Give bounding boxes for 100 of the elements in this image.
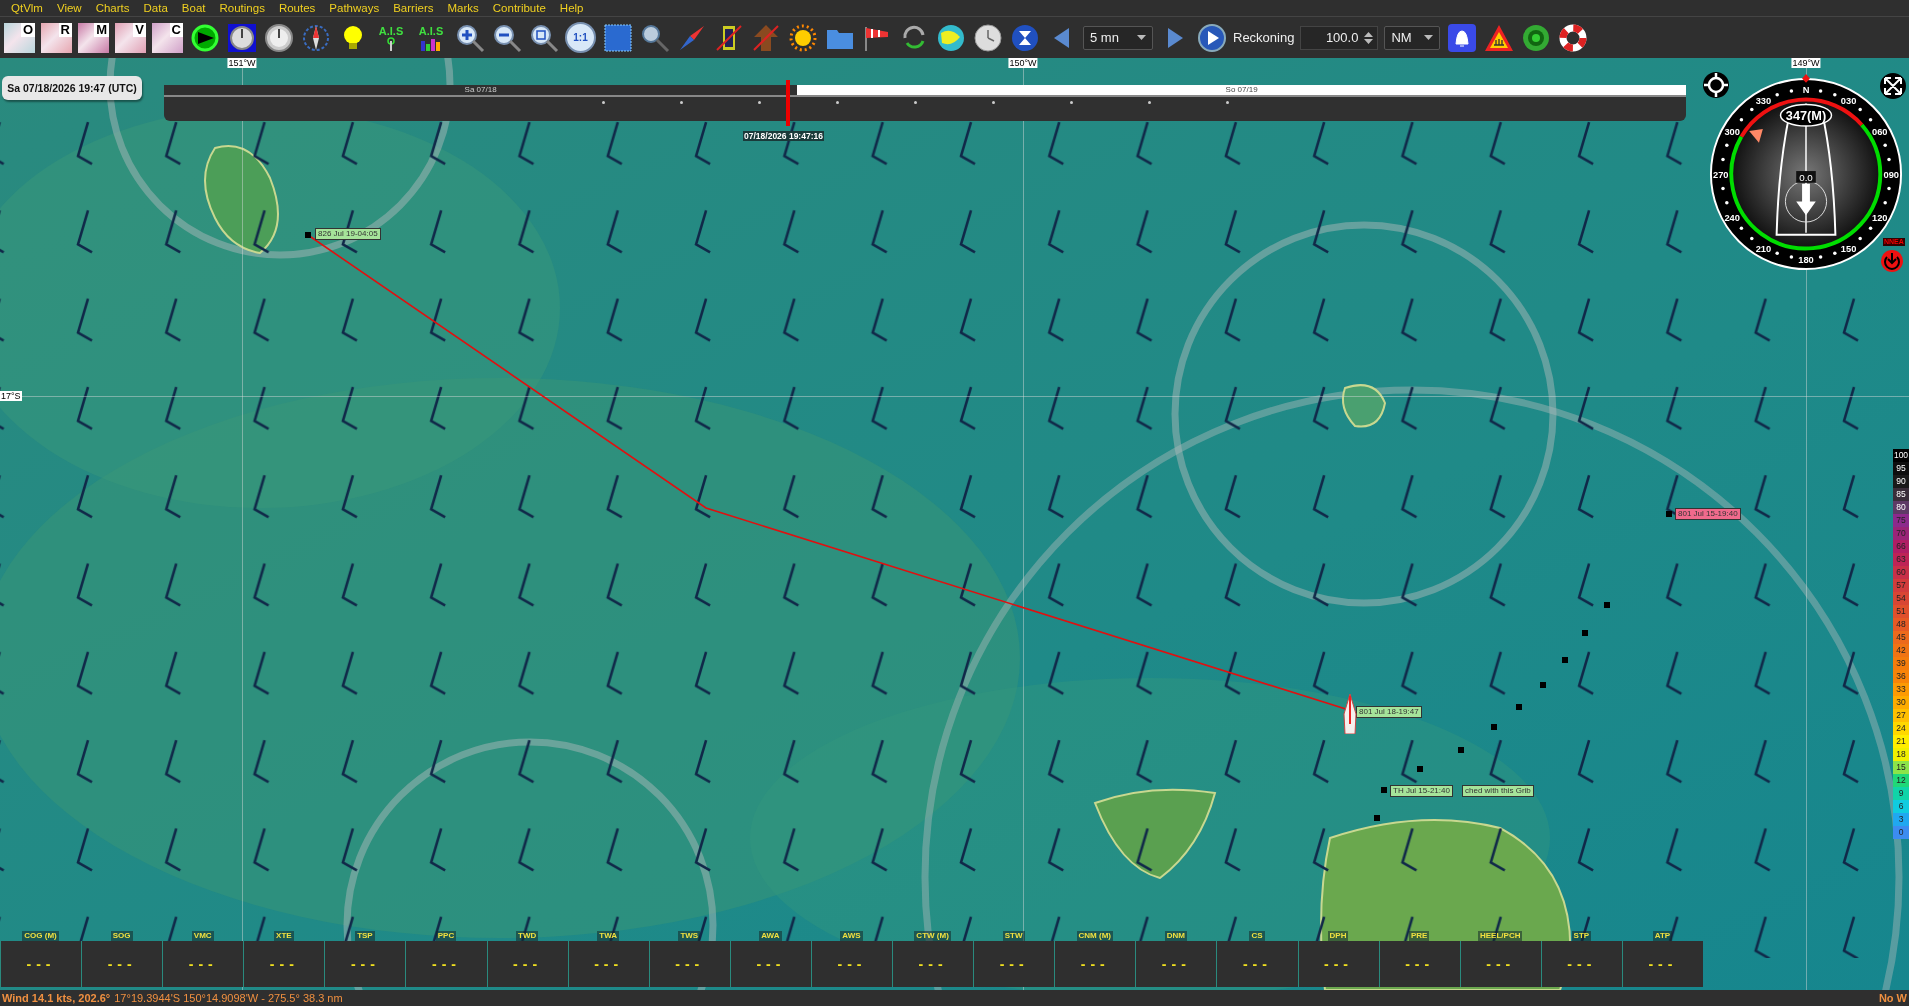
wind-scale-cell: 66: [1893, 540, 1909, 553]
wind-scale-cell: 39: [1893, 657, 1909, 670]
wind-scale-cell: 27: [1893, 709, 1909, 722]
instrument-label: VMC: [191, 931, 214, 941]
instrument-label: HEEL/PCH: [1478, 931, 1523, 941]
mark-label[interactable]: ched with this Grib: [1462, 785, 1534, 797]
status-text: No W: [1878, 992, 1908, 1004]
chart-layer-button[interactable]: C: [152, 22, 183, 53]
wind-scale-cell: 3: [1893, 813, 1909, 826]
chart-layer-button[interactable]: R: [41, 22, 72, 53]
heading-label: 180: [1798, 255, 1814, 266]
instrument-label: XTE: [274, 931, 294, 941]
instrument-value: ---: [756, 956, 786, 972]
menu-item[interactable]: Charts: [88, 0, 137, 16]
wind-scale-cell: 75: [1893, 514, 1909, 527]
wind-readout: Wind 14.1 kts, 202.6°: [2, 992, 111, 1004]
menu-item[interactable]: View: [49, 0, 89, 16]
menu-item[interactable]: Routings: [212, 0, 272, 16]
mark-label[interactable]: 801 Jul 18-19:47: [1356, 706, 1422, 718]
wind-scale-cell: 0: [1893, 826, 1909, 839]
instrument-label: AWS: [840, 931, 863, 941]
instrument-value: ---: [269, 956, 299, 972]
unit-dropdown[interactable]: NM: [1384, 25, 1441, 50]
instrument-value: ---: [1486, 956, 1516, 972]
instrument-value: ---: [1648, 956, 1678, 972]
latitude-label: 17°S: [0, 391, 22, 401]
heading-label: 210: [1755, 243, 1772, 254]
instrument-value: ---: [1324, 956, 1354, 972]
instrument-value: ---: [107, 956, 137, 972]
mode-label: Reckoning: [1233, 30, 1295, 45]
wind-scale-cell: 12: [1893, 774, 1909, 787]
time-step-dropdown[interactable]: 5 mn: [1083, 25, 1153, 50]
instrument-label: TWS: [678, 931, 701, 941]
heading-label: 030: [1840, 96, 1857, 107]
wind-scale-cell: 57: [1893, 579, 1909, 592]
heading-label: 240: [1724, 212, 1740, 223]
wind-scale-cell: 30: [1893, 696, 1909, 709]
menu-item[interactable]: Help: [552, 0, 591, 16]
menu-item[interactable]: Data: [136, 0, 175, 16]
instrument-value: ---: [26, 956, 56, 972]
wind-scale-cell: 42: [1893, 644, 1909, 657]
ais-button[interactable]: A.I.S: [374, 20, 408, 55]
menu-item[interactable]: Marks: [440, 0, 486, 16]
wind-scale-cell: 60: [1893, 566, 1909, 579]
wind-scale-cell: 48: [1893, 618, 1909, 631]
mark-label[interactable]: 801 Jul 15-19:40: [1675, 508, 1741, 520]
instrument-value: ---: [188, 956, 218, 972]
chart-layer-button[interactable]: O: [4, 22, 35, 53]
reckoning-spinbox[interactable]: 100.0: [1300, 25, 1379, 50]
mark-label[interactable]: 826 Jul 19-04:05: [315, 228, 381, 240]
timeline-time-label: 07/18/2026 19:47:16: [743, 131, 824, 141]
heading-label: 150: [1840, 243, 1857, 254]
wind-scale-cell: 36: [1893, 670, 1909, 683]
position-readout: 17°19.3944'S 150°14.9098'W - 275.5° 38.3 nm: [114, 992, 343, 1004]
wind-scale-cell: 100: [1893, 449, 1909, 462]
speed-value: 0.0: [1799, 171, 1813, 183]
instrument-label: TWA: [597, 931, 620, 941]
instrument-value: ---: [1080, 956, 1110, 972]
instrument-value: ---: [432, 956, 461, 972]
wind-scale-cell: 70: [1893, 527, 1909, 540]
menu-item[interactable]: Pathways: [322, 0, 387, 16]
longitude-label: 151°W: [227, 58, 257, 68]
menu-item[interactable]: Contribute: [485, 0, 553, 16]
date-badge: Sa 07/18/2026 19:47 (UTC): [2, 76, 142, 100]
wind-scale-cell: 15: [1893, 761, 1909, 774]
wind-scale-cell: 6: [1893, 800, 1909, 813]
instrument-label: DNM: [1164, 931, 1187, 941]
wind-scale-cell: 95: [1893, 462, 1909, 475]
instrument-label: TSP: [355, 931, 375, 941]
heading-value: 347(M): [1785, 108, 1827, 124]
wind-scale-cell: 45: [1893, 631, 1909, 644]
mark-label[interactable]: TH Jul 15-21:40: [1390, 785, 1453, 797]
instrument-value: ---: [513, 956, 543, 972]
wind-scale-cell: 51: [1893, 605, 1909, 618]
wind-scale-cell: 21: [1893, 735, 1909, 748]
menu-item[interactable]: QtVlm: [4, 0, 50, 16]
instrument-value: ---: [350, 956, 380, 972]
menu-item[interactable]: Boat: [174, 0, 213, 16]
day-label: So 07/19: [1225, 85, 1258, 95]
instrument-label: PPC: [435, 931, 457, 941]
wind-scale-cell: 54: [1893, 592, 1909, 605]
chart-layer-button[interactable]: M: [78, 22, 109, 53]
wind-scale-cell: 9: [1893, 787, 1909, 800]
instrument-label: STP: [1571, 931, 1592, 941]
menu-item[interactable]: Routes: [271, 0, 323, 16]
wind-scale-cell: 18: [1893, 748, 1909, 761]
instrument-value: ---: [1567, 956, 1597, 972]
wind-scale-cell: 33: [1893, 683, 1909, 696]
day-label: Sa 07/18: [464, 85, 497, 95]
longitude-label: 149°W: [1791, 58, 1821, 68]
instrument-label: COG (M): [22, 931, 59, 941]
zoom-actual-size-button[interactable]: 1:1: [565, 22, 596, 53]
wind-scale-cell: 85: [1893, 488, 1909, 501]
heading-label: 120: [1872, 212, 1888, 223]
chart-layer-button[interactable]: V: [115, 22, 146, 53]
instrument-label: CTW (M): [914, 931, 951, 941]
instrument-value: ---: [594, 956, 624, 972]
ais-button[interactable]: A.I.S: [414, 20, 448, 55]
instrument-value: ---: [918, 956, 948, 972]
menu-item[interactable]: Barriers: [386, 0, 441, 16]
